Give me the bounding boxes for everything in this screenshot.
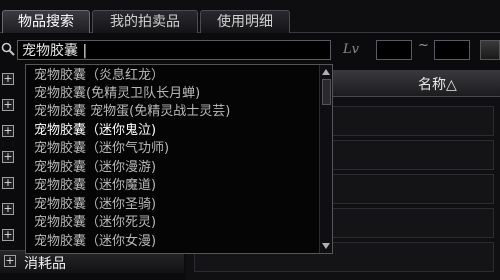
tab-my-auctions[interactable]: 我的拍卖品	[92, 10, 198, 33]
level-label: Lv	[343, 42, 359, 57]
scroll-down-icon[interactable]	[322, 243, 330, 249]
suggestion-item[interactable]: 宠物胶囊 宠物蛋(免精灵战士灵芸)	[34, 103, 230, 121]
suggestion-item[interactable]: 宠物胶囊（迷你死灵)	[34, 214, 156, 232]
category-row[interactable]: +	[0, 226, 28, 248]
category-label: 消耗品	[24, 256, 66, 272]
suggestion-item-highlighted[interactable]: 宠物胶囊（迷你鬼泣)	[34, 122, 156, 140]
category-row[interactable]: +	[0, 122, 28, 144]
suggestion-item[interactable]: 宠物胶囊（迷你女漫)	[34, 233, 156, 251]
suggestion-item[interactable]: 宠物胶囊（迷你魔道)	[34, 177, 156, 195]
category-row[interactable]: +	[0, 174, 28, 196]
name-column-header[interactable]: 名称△	[418, 74, 457, 94]
category-row[interactable]: +	[0, 70, 28, 92]
expand-icon[interactable]: +	[2, 125, 14, 137]
suggestion-item[interactable]: 宠物胶囊（迷你漫游)	[34, 159, 156, 177]
category-row[interactable]: +	[0, 96, 28, 118]
suggestion-item[interactable]: 宠物胶囊（炎息红龙）	[34, 67, 164, 85]
autocomplete-dropdown: 宠物胶囊（炎息红龙） 宠物胶囊(免精灵卫队长月蝉) 宠物胶囊 宠物蛋(免精灵战士…	[25, 64, 333, 254]
expand-icon[interactable]: +	[2, 73, 14, 85]
expand-icon[interactable]: +	[2, 177, 14, 189]
tab-item-search[interactable]: 物品搜索	[2, 10, 90, 33]
expand-icon[interactable]: +	[2, 99, 14, 111]
search-input[interactable]: 宠物胶囊 |	[17, 40, 331, 60]
expand-icon[interactable]: +	[2, 151, 14, 163]
expand-icon[interactable]: +	[4, 255, 16, 267]
suggestion-item[interactable]: 宠物胶囊（迷你圣骑)	[34, 196, 156, 214]
scrollbar-thumb[interactable]	[322, 79, 331, 105]
category-row[interactable]: +	[0, 148, 28, 170]
expand-icon[interactable]: +	[2, 203, 14, 215]
level-min-input[interactable]	[376, 40, 412, 60]
scroll-up-icon[interactable]	[322, 69, 330, 75]
category-row[interactable]: +	[0, 200, 28, 222]
level-max-input[interactable]	[434, 40, 470, 60]
search-icon	[1, 42, 15, 56]
search-options-button[interactable]	[480, 40, 500, 60]
suggestion-item[interactable]: 宠物胶囊（迷你气功师)	[34, 140, 169, 158]
tab-usage-details[interactable]: 使用明细	[200, 10, 290, 33]
expand-icon[interactable]: +	[2, 229, 14, 241]
tab-bar: 物品搜索 我的拍卖品 使用明细	[0, 0, 500, 33]
suggestion-item[interactable]: 宠物胶囊(免精灵卫队长月蝉)	[34, 85, 200, 103]
level-range-separator: ~	[418, 38, 429, 53]
dropdown-scrollbar[interactable]	[319, 65, 332, 253]
search-row: 宠物胶囊 | Lv ~	[0, 38, 500, 66]
